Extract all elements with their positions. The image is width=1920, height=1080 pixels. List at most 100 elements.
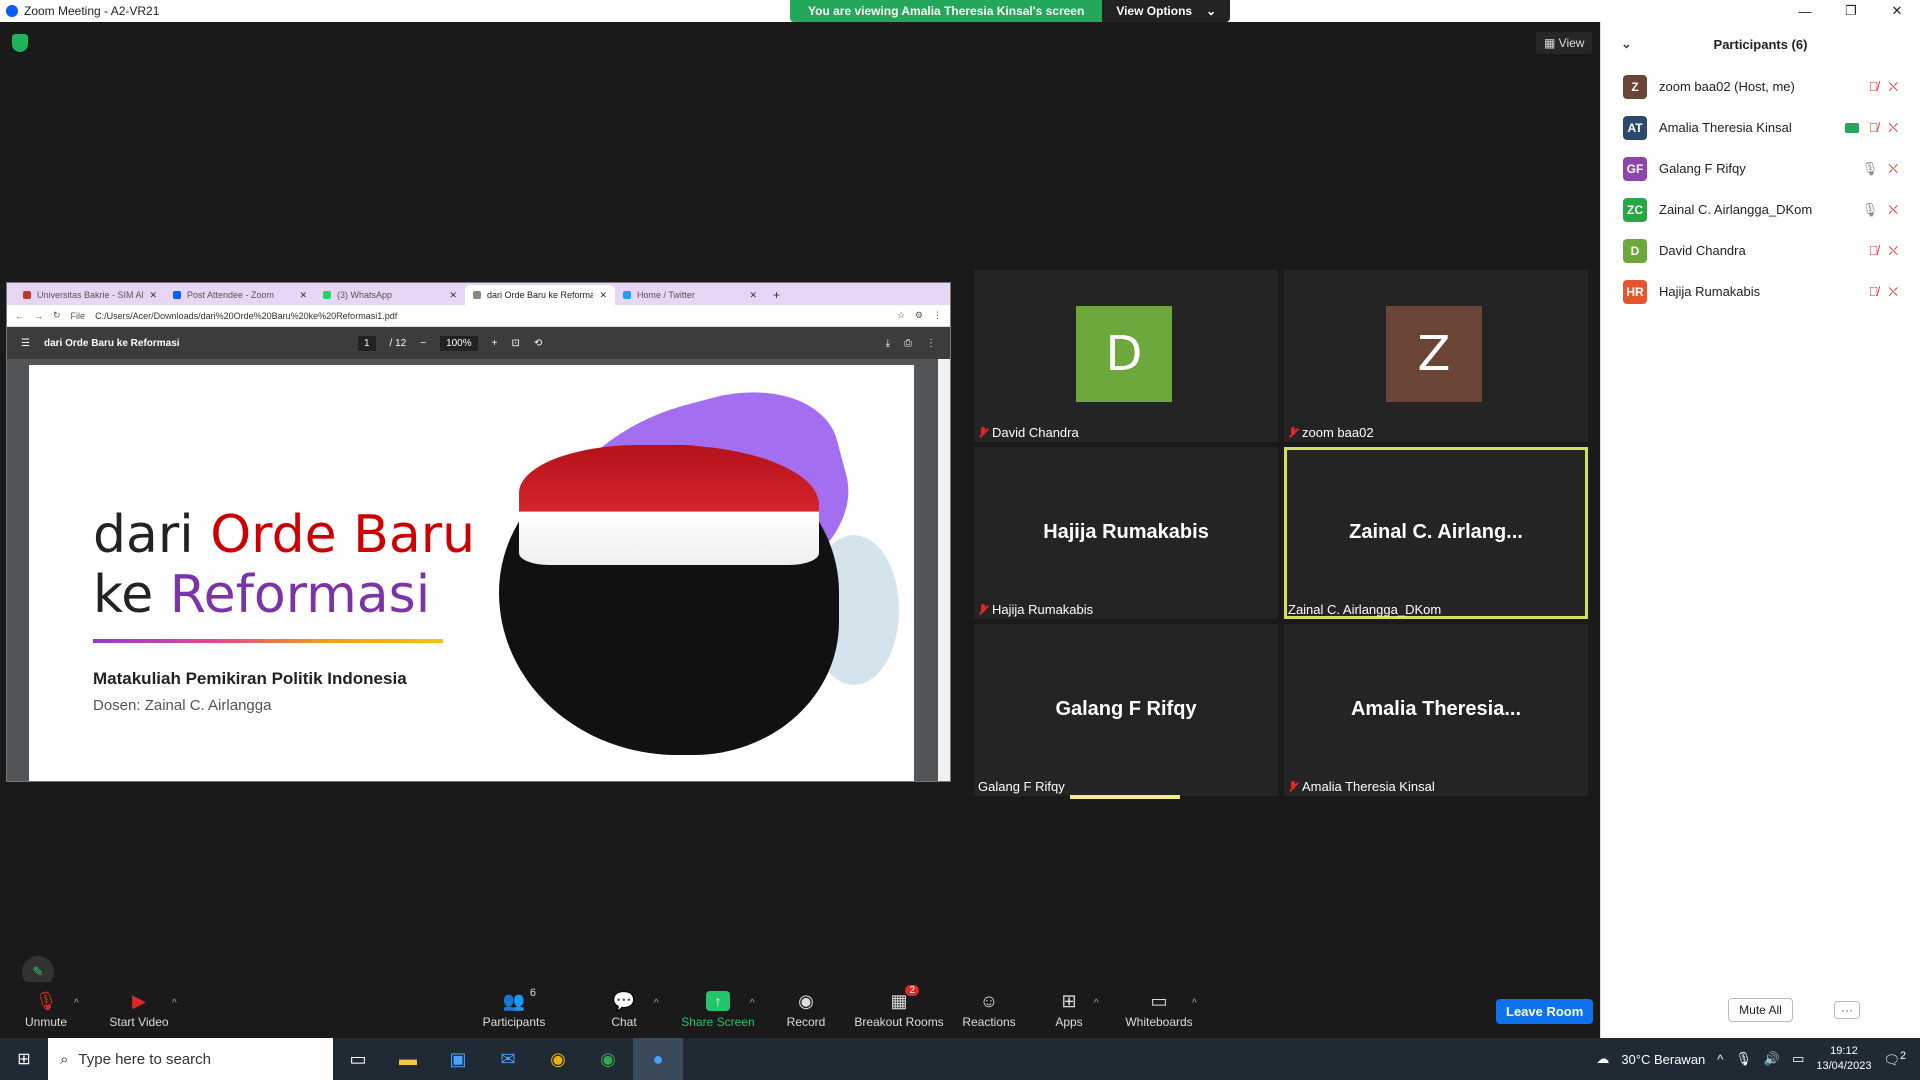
view-button-label: View xyxy=(1558,36,1585,50)
chrome-profile-icon[interactable]: ◉ xyxy=(583,1038,633,1080)
tile-display-name: Zainal C. Airlang... xyxy=(1349,521,1523,543)
zoom-in-icon[interactable]: + xyxy=(492,338,498,349)
tab-label: Post Attendee - Zoom xyxy=(187,290,275,300)
mail-icon[interactable]: ✉ xyxy=(483,1038,533,1080)
weather-text[interactable]: 30°C Berawan xyxy=(1621,1052,1705,1067)
close-icon[interactable]: ✕ xyxy=(749,290,757,301)
whiteboards-button[interactable]: ▭ Whiteboards xyxy=(1124,982,1194,1038)
browser-tab[interactable]: (3) WhatsApp ✕ xyxy=(315,285,465,305)
encryption-shield-icon[interactable] xyxy=(12,34,28,52)
browser-tab[interactable]: Home / Twitter ✕ xyxy=(615,285,765,305)
url-field[interactable]: C:/Users/Acer/Downloads/dari%20Orde%20Ba… xyxy=(95,311,887,321)
participant-row[interactable]: GF Galang F Rifqy 🎙 ⛌ xyxy=(1601,148,1920,189)
chevron-up-icon[interactable]: ^ xyxy=(1192,998,1197,1009)
view-button[interactable]: ▦ View xyxy=(1536,32,1593,54)
network-icon[interactable]: ▭ xyxy=(1792,1051,1804,1067)
fit-page-icon[interactable]: ⊡ xyxy=(511,338,519,349)
hamburger-icon[interactable]: ☰ xyxy=(21,338,30,349)
task-view-icon[interactable]: ▭ xyxy=(333,1038,383,1080)
page-number-input[interactable]: 1 xyxy=(357,335,376,351)
view-options-button[interactable]: View Options ⌄ xyxy=(1102,0,1231,22)
zoom-taskbar-icon[interactable]: ● xyxy=(633,1038,683,1080)
participant-row[interactable]: AT Amalia Theresia Kinsal 🎙̸ ⛌ xyxy=(1601,107,1920,148)
video-tile[interactable]: D David Chandra xyxy=(974,270,1278,442)
chevron-up-icon[interactable]: ^ xyxy=(74,998,79,1009)
star-icon[interactable]: ☆ xyxy=(897,310,905,321)
zoom-out-icon[interactable]: − xyxy=(420,338,426,349)
store-icon[interactable]: ▣ xyxy=(433,1038,483,1080)
video-tile-active-speaker[interactable]: Zainal C. Airlang... Zainal C. Airlangga… xyxy=(1284,447,1588,619)
participant-row[interactable]: D David Chandra 🎙̸ ⛌ xyxy=(1601,230,1920,271)
panel-footer: Mute All ··· xyxy=(1601,982,1920,1038)
panel-title: Participants (6) xyxy=(1713,36,1808,52)
video-off-icon: ▶ xyxy=(132,990,146,1011)
chevron-up-icon[interactable]: ^ xyxy=(750,998,755,1009)
browser-tab[interactable]: Post Attendee - Zoom ✕ xyxy=(165,285,315,305)
participant-row[interactable]: ZC Zainal C. Airlangga_DKom 🎙 ⛌ xyxy=(1601,189,1920,230)
browser-tab-active[interactable]: dari Orde Baru ke Reformasi ✕ xyxy=(465,285,615,305)
close-icon[interactable]: ✕ xyxy=(299,290,307,301)
unmute-button[interactable]: 🎙 Unmute xyxy=(22,982,70,1038)
download-icon[interactable]: ⤓ xyxy=(886,338,890,349)
whiteboards-label: Whiteboards xyxy=(1125,1015,1193,1029)
close-icon[interactable]: ✕ xyxy=(149,290,157,301)
chevron-up-icon[interactable]: ^ xyxy=(1717,1052,1723,1067)
participant-row[interactable]: HR Hajija Rumakabis 🎙̸ ⛌ xyxy=(1601,271,1920,312)
browser-tab[interactable]: Universitas Bakrie - SIM Akad ✕ xyxy=(15,285,165,305)
video-off-icon: ⛌ xyxy=(1888,201,1898,217)
breakout-rooms-button[interactable]: ▦ 2 Breakout Rooms xyxy=(854,982,944,1038)
mic-icon[interactable]: 🎙 xyxy=(1735,1051,1752,1067)
close-icon[interactable]: ✕ xyxy=(449,290,457,301)
chevron-down-icon[interactable]: ⌄ xyxy=(1621,36,1632,52)
minimize-button[interactable]: — xyxy=(1782,0,1828,22)
notification-icon[interactable]: 🗨2 xyxy=(1883,1050,1906,1068)
chat-button[interactable]: 💬 Chat xyxy=(606,982,642,1038)
participants-button[interactable]: 👥 6 Participants xyxy=(478,982,550,1038)
close-icon[interactable]: ✕ xyxy=(599,290,607,301)
start-video-button[interactable]: ▶ Start Video xyxy=(106,982,172,1038)
reload-icon[interactable]: ↻ xyxy=(53,310,61,321)
chevron-up-icon[interactable]: ^ xyxy=(654,998,659,1009)
record-button[interactable]: ◉ Record xyxy=(786,982,826,1038)
file-explorer-icon[interactable]: ▬ xyxy=(383,1038,433,1080)
video-tile[interactable]: Hajija Rumakabis Hajija Rumakabis xyxy=(974,447,1278,619)
mute-all-button[interactable]: Mute All xyxy=(1728,998,1793,1022)
mic-off-icon: 🎙̸ xyxy=(1868,284,1879,299)
restore-button[interactable]: ❐ xyxy=(1828,0,1874,22)
extensions-icon[interactable]: ⚙ xyxy=(915,310,923,321)
share-screen-button[interactable]: ↑ Share Screen xyxy=(680,982,756,1038)
print-icon[interactable]: ⎙ xyxy=(904,338,912,349)
apps-button[interactable]: ⊞ Apps xyxy=(1052,982,1086,1038)
chrome-icon[interactable]: ◉ xyxy=(533,1038,583,1080)
meeting-stage: ▦ View Universitas Bakrie - SIM Akad ✕ Po… xyxy=(0,22,1600,988)
participant-row[interactable]: Z zoom baa02 (Host, me) 🎙̸ ⛌ xyxy=(1601,66,1920,107)
back-icon[interactable]: ← xyxy=(15,311,24,321)
video-tile[interactable]: Z zoom baa02 xyxy=(1284,270,1588,442)
mic-icon: 🎙 xyxy=(1861,201,1879,217)
mic-off-icon: 🎙 xyxy=(34,990,58,1011)
rotate-icon[interactable]: ⟲ xyxy=(534,338,542,349)
forward-icon[interactable]: → xyxy=(34,311,43,321)
scrollbar[interactable] xyxy=(938,359,950,781)
leave-room-button[interactable]: Leave Room xyxy=(1496,999,1594,1024)
slide-subtitle: Matakuliah Pemikiran Politik Indonesia xyxy=(93,669,407,688)
video-tile[interactable]: Galang F Rifqy Galang F Rifqy xyxy=(974,624,1278,799)
menu-icon[interactable]: ⋮ xyxy=(933,310,942,321)
zoom-level[interactable]: 100% xyxy=(440,335,478,351)
clock[interactable]: 19:12 13/04/2023 xyxy=(1816,1044,1871,1074)
video-tile[interactable]: Amalia Theresia... Amalia Theresia Kinsa… xyxy=(1284,624,1588,796)
avatar: GF xyxy=(1623,156,1647,181)
search-icon: ⌕ xyxy=(60,1050,69,1068)
volume-icon[interactable]: 🔊 xyxy=(1764,1051,1780,1067)
chevron-up-icon[interactable]: ^ xyxy=(172,998,177,1009)
chevron-up-icon[interactable]: ^ xyxy=(1094,998,1099,1009)
windows-start-icon[interactable]: ⊞ xyxy=(0,1038,48,1080)
more-icon[interactable]: ⋮ xyxy=(926,338,936,349)
video-off-icon: ⛌ xyxy=(1888,160,1898,176)
close-window-button[interactable]: ✕ xyxy=(1874,0,1920,22)
reactions-button[interactable]: ☺ Reactions xyxy=(962,982,1016,1038)
new-tab-icon[interactable]: + xyxy=(765,288,788,305)
more-options-button[interactable]: ··· xyxy=(1834,1001,1860,1019)
taskbar-search[interactable]: ⌕ Type here to search xyxy=(48,1038,333,1080)
date: 13/04/2023 xyxy=(1816,1060,1872,1072)
